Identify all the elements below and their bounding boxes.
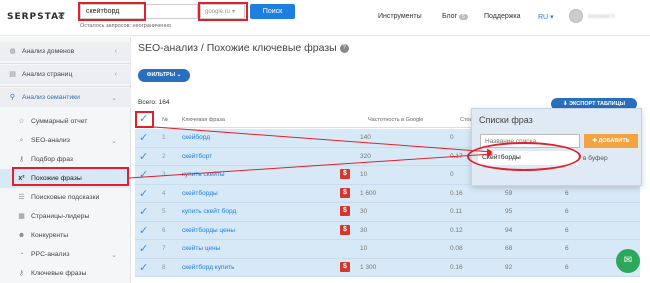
arrow-to-list: [153, 126, 493, 155]
annotation-arrows: [128, 126, 493, 179]
chat-icon: ✉: [623, 255, 633, 266]
arrow-from-sidebar: [128, 151, 493, 179]
chat-button[interactable]: ✉: [616, 249, 640, 273]
